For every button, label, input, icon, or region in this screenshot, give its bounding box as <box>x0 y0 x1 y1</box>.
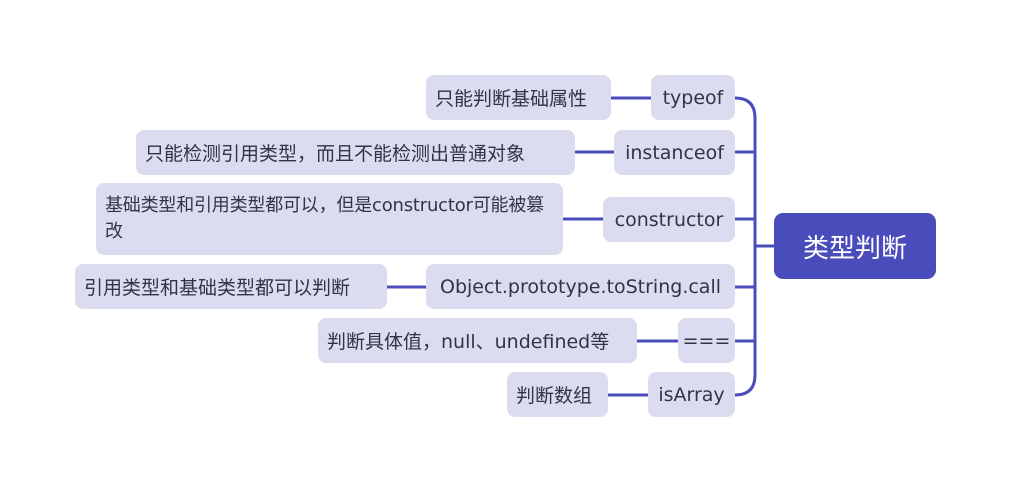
desc-node-typeof[interactable]: 只能判断基础属性 <box>426 75 611 120</box>
method-node-constructor[interactable]: constructor <box>603 197 735 242</box>
desc-node-constructor[interactable]: 基础类型和引用类型都可以，但是constructor可能被篡改 <box>96 183 563 255</box>
desc-node-instanceof[interactable]: 只能检测引用类型，而且不能检测出普通对象 <box>136 130 575 175</box>
method-node-strict-equal[interactable]: === <box>678 318 735 363</box>
method-node-isarray[interactable]: isArray <box>648 372 735 417</box>
desc-node-strict-equal[interactable]: 判断具体值，null、undefined等 <box>318 318 637 363</box>
desc-node-isarray[interactable]: 判断数组 <box>507 372 608 417</box>
method-node-instanceof[interactable]: instanceof <box>614 130 735 175</box>
method-node-tostring[interactable]: Object.prototype.toString.call <box>426 264 735 309</box>
method-node-typeof[interactable]: typeof <box>651 75 735 120</box>
root-node[interactable]: 类型判断 <box>774 213 936 279</box>
desc-node-tostring[interactable]: 引用类型和基础类型都可以判断 <box>75 264 387 309</box>
